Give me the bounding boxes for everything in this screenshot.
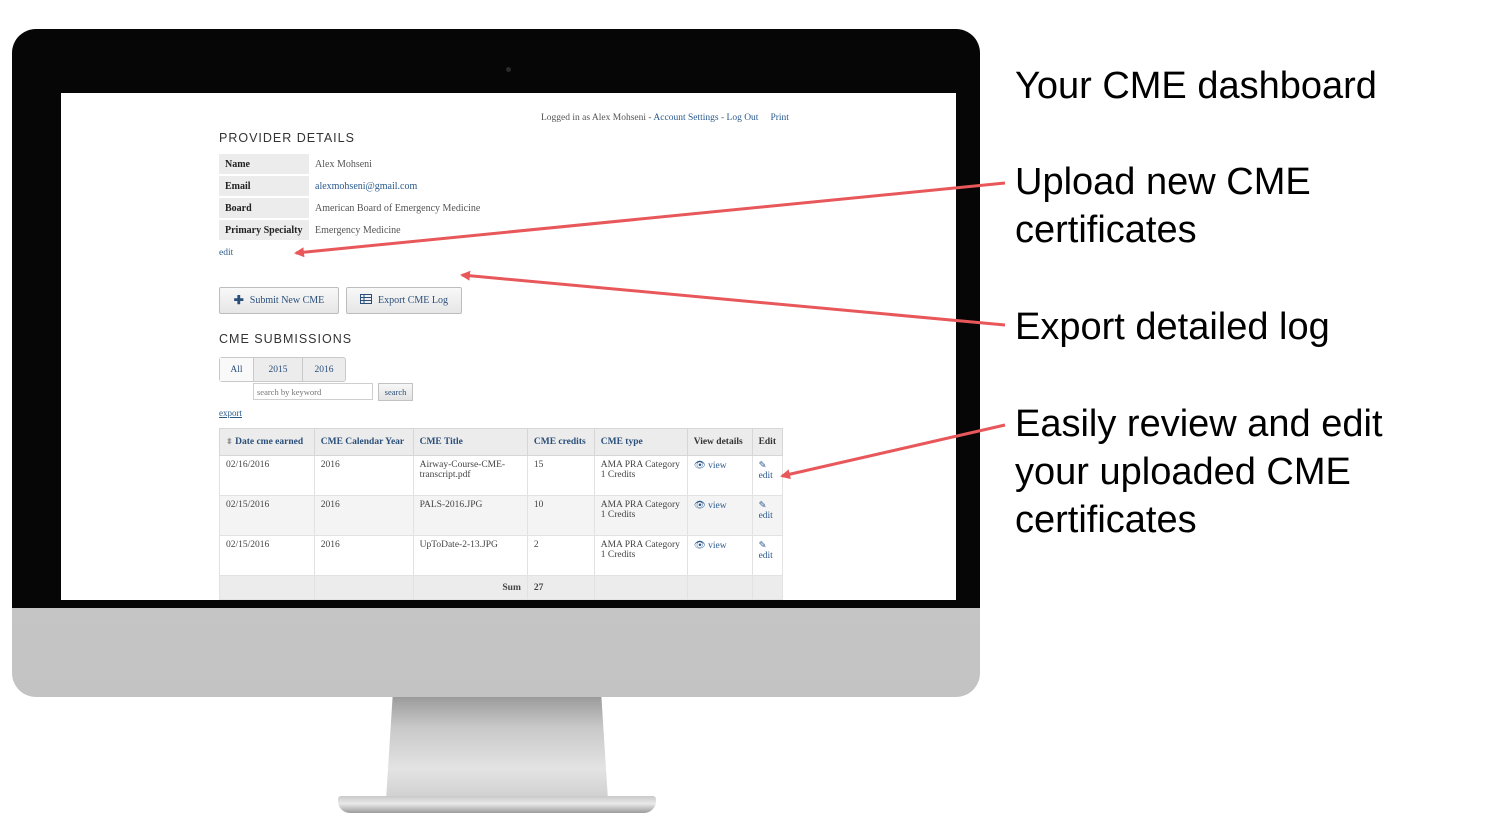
promo-stage: Logged in as Alex Mohseni - Account Sett… [0, 0, 1500, 834]
arrow-review [780, 423, 1006, 480]
callout-arrows [294, 181, 1006, 480]
arrow-upload [294, 181, 1006, 258]
arrow-export [460, 270, 1006, 327]
